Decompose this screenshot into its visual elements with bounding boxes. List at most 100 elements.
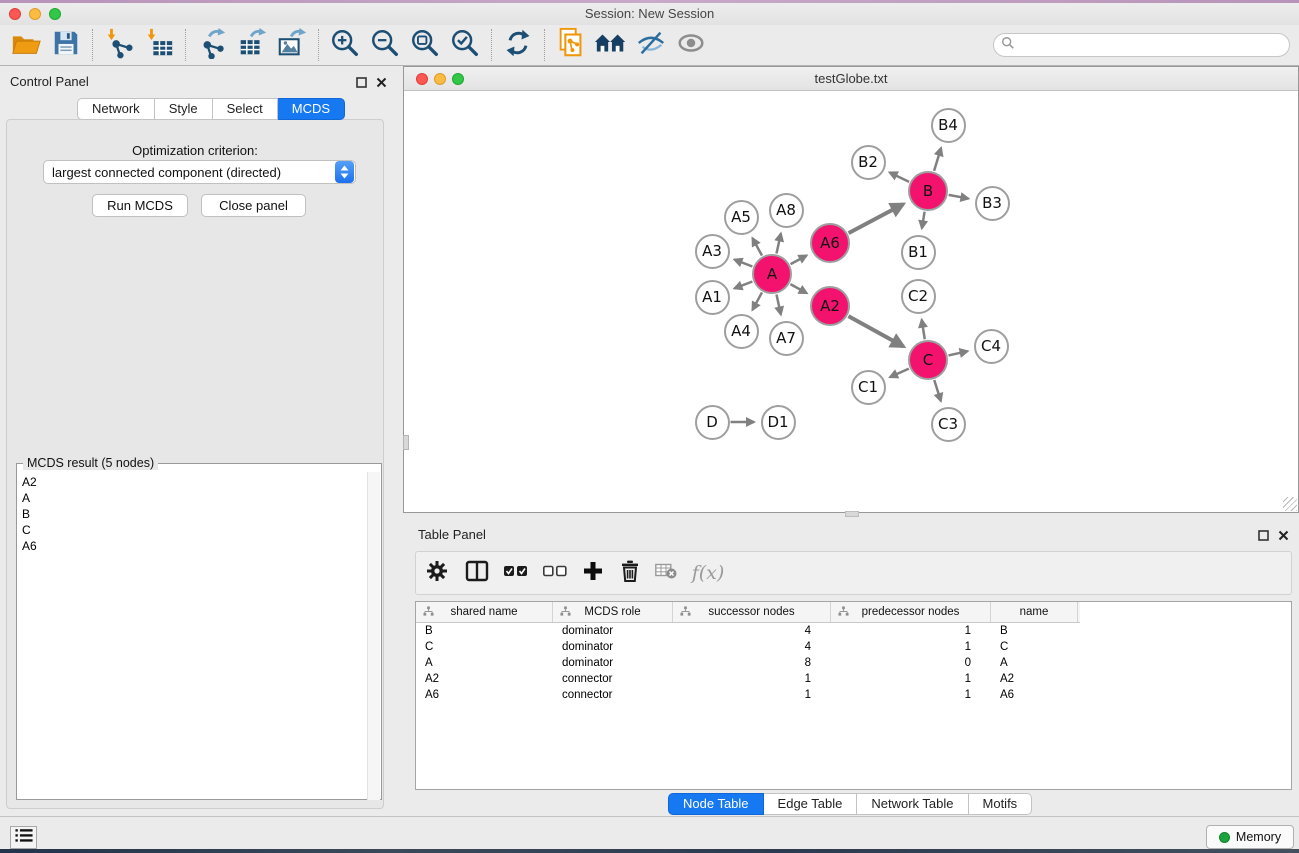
graph-node-C3[interactable]: C3	[931, 407, 966, 442]
graph-node-C[interactable]: C	[908, 340, 948, 380]
edge-C-C3[interactable]	[934, 380, 941, 401]
edge-A-A3[interactable]	[734, 260, 752, 267]
float-table-panel-icon[interactable]	[1258, 528, 1269, 546]
zoom-in-button[interactable]	[325, 27, 365, 63]
network-from-selection-button[interactable]	[551, 27, 591, 63]
edge-A-A8[interactable]	[776, 233, 780, 253]
edge-A-A2[interactable]	[790, 284, 806, 293]
close-table-panel-icon[interactable]	[1278, 528, 1289, 546]
graph-node-A5[interactable]: A5	[724, 200, 759, 235]
edge-B-B4[interactable]	[934, 148, 941, 171]
graph-node-A3[interactable]: A3	[695, 234, 730, 269]
task-history-button[interactable]	[10, 826, 37, 849]
graph-node-A2[interactable]: A2	[810, 286, 850, 326]
edge-A-A5[interactable]	[752, 238, 762, 255]
close-panel-button[interactable]: Close panel	[201, 194, 306, 217]
refresh-button[interactable]	[498, 27, 538, 63]
mcds-result-item[interactable]: B	[22, 506, 368, 522]
edge-A2-C[interactable]	[848, 316, 903, 346]
tab-select[interactable]: Select	[213, 98, 278, 120]
edge-A-A7[interactable]	[776, 295, 780, 315]
tab-motifs[interactable]: Motifs	[969, 793, 1033, 815]
splitter-handle[interactable]	[845, 511, 859, 517]
column-header-predecessor-nodes[interactable]: predecessor nodes	[831, 602, 991, 622]
graph-node-A7[interactable]: A7	[769, 321, 804, 356]
criterion-select[interactable]: largest connected component (directed)	[43, 160, 356, 184]
graph-node-A4[interactable]: A4	[724, 314, 759, 349]
tab-style[interactable]: Style	[155, 98, 213, 120]
open-file-button[interactable]	[6, 27, 46, 63]
table-row[interactable]: A2connector11A2	[416, 671, 1291, 687]
column-header-name[interactable]: name	[991, 602, 1078, 622]
delete-table-button[interactable]	[648, 555, 684, 591]
first-neighbors-button[interactable]	[591, 27, 631, 63]
graph-node-C2[interactable]: C2	[901, 279, 936, 314]
export-network-button[interactable]	[192, 27, 232, 63]
mcds-result-item[interactable]: C	[22, 522, 368, 538]
search-input[interactable]	[1019, 35, 1289, 55]
tab-node-table[interactable]: Node Table	[668, 793, 764, 815]
table-row[interactable]: Adominator80A	[416, 655, 1291, 671]
edge-C-C1[interactable]	[890, 369, 909, 378]
graph-node-B[interactable]: B	[908, 171, 948, 211]
network-canvas[interactable]: B4B2BB3A8A5A6A3B1AA1C2A2A4A7C4CC1C3DD1	[404, 92, 1298, 512]
hide-selected-button[interactable]	[631, 27, 671, 63]
graph-node-B3[interactable]: B3	[975, 186, 1010, 221]
graph-node-B1[interactable]: B1	[901, 235, 936, 270]
hide-columns-button[interactable]	[536, 555, 574, 591]
graph-node-D1[interactable]: D1	[761, 405, 796, 440]
edge-B-B3[interactable]	[949, 195, 969, 199]
split-view-button[interactable]	[458, 555, 496, 591]
run-mcds-button[interactable]: Run MCDS	[92, 194, 188, 217]
export-table-button[interactable]	[232, 27, 272, 63]
mcds-result-item[interactable]: A6	[22, 538, 368, 554]
tab-mcds[interactable]: MCDS	[278, 98, 345, 120]
column-header-MCDS-role[interactable]: MCDS role	[553, 602, 673, 622]
mcds-list-scrollbar[interactable]	[367, 472, 380, 800]
export-image-button[interactable]	[272, 27, 312, 63]
show-all-button[interactable]	[671, 27, 711, 63]
resize-grip-icon[interactable]	[1283, 497, 1297, 511]
tab-edge-table[interactable]: Edge Table	[764, 793, 858, 815]
graph-node-A6[interactable]: A6	[810, 223, 850, 263]
save-session-button[interactable]	[46, 27, 86, 63]
add-column-button[interactable]	[574, 555, 612, 591]
graph-node-C1[interactable]: C1	[851, 370, 886, 405]
edge-A6-B[interactable]	[849, 204, 904, 233]
graph-node-A8[interactable]: A8	[769, 193, 804, 228]
splitter-handle[interactable]	[403, 435, 409, 450]
import-table-button[interactable]	[139, 27, 179, 63]
edge-C-C4[interactable]	[948, 351, 967, 355]
memory-button[interactable]: Memory	[1206, 825, 1294, 849]
table-row[interactable]: Cdominator41C	[416, 639, 1291, 655]
table-settings-button[interactable]	[416, 555, 458, 591]
graph-node-B2[interactable]: B2	[851, 145, 886, 180]
close-window-button[interactable]	[9, 8, 21, 20]
mcds-result-item[interactable]: A	[22, 490, 368, 506]
edge-A-A1[interactable]	[734, 282, 752, 289]
edge-A-A6[interactable]	[791, 255, 807, 264]
edge-B-B2[interactable]	[890, 172, 909, 181]
function-builder-button[interactable]: f(x)	[684, 555, 732, 591]
edge-C-C2[interactable]	[922, 320, 925, 340]
column-header-successor-nodes[interactable]: successor nodes	[673, 602, 831, 622]
tab-network-table[interactable]: Network Table	[857, 793, 968, 815]
mcds-result-item[interactable]: A2	[22, 474, 368, 490]
show-columns-button[interactable]	[496, 555, 536, 591]
close-panel-icon[interactable]	[376, 75, 387, 93]
graph-node-A[interactable]: A	[752, 254, 792, 294]
float-panel-icon[interactable]	[356, 75, 367, 93]
graph-node-A1[interactable]: A1	[695, 280, 730, 315]
minimize-window-button[interactable]	[29, 8, 41, 20]
table-row[interactable]: A6connector11A6	[416, 687, 1291, 703]
table-row[interactable]: Bdominator41B	[416, 623, 1291, 639]
zoom-selected-button[interactable]	[445, 27, 485, 63]
zoom-window-button[interactable]	[49, 8, 61, 20]
network-close-button[interactable]	[416, 73, 428, 85]
import-network-button[interactable]	[99, 27, 139, 63]
edge-A-A4[interactable]	[752, 292, 762, 309]
graph-node-D[interactable]: D	[695, 405, 730, 440]
zoom-out-button[interactable]	[365, 27, 405, 63]
graph-node-B4[interactable]: B4	[931, 108, 966, 143]
column-header-shared-name[interactable]: shared name	[416, 602, 553, 622]
